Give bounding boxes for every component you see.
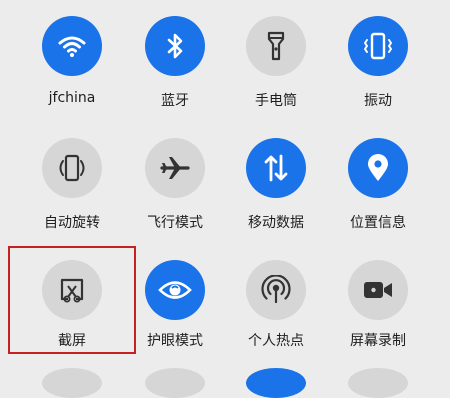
peek-tile[interactable] xyxy=(42,368,102,398)
screen-record-toggle[interactable] xyxy=(348,260,408,320)
wifi-toggle[interactable] xyxy=(42,16,102,76)
tile-label: 位置信息 xyxy=(350,215,406,231)
auto-rotate-toggle[interactable] xyxy=(42,138,102,198)
mobile-data-icon xyxy=(264,154,288,182)
peek-tile[interactable] xyxy=(348,368,408,398)
hotspot-toggle[interactable] xyxy=(246,260,306,320)
eye-comfort-toggle[interactable] xyxy=(145,260,205,320)
flashlight-toggle[interactable] xyxy=(246,16,306,76)
tile-bluetooth[interactable]: 蓝牙 xyxy=(125,8,225,128)
tile-airplane[interactable]: 飞行模式 xyxy=(125,130,225,250)
airplane-icon xyxy=(160,157,190,179)
tile-flashlight[interactable]: 手电筒 xyxy=(226,8,326,128)
hotspot-icon xyxy=(261,275,291,304)
tile-label: 振动 xyxy=(364,93,392,109)
peek-tile[interactable] xyxy=(246,368,306,398)
tile-label: 移动数据 xyxy=(248,215,304,231)
tile-screen-record[interactable]: 屏幕录制 xyxy=(328,252,428,372)
vibrate-toggle[interactable] xyxy=(348,16,408,76)
tile-location[interactable]: 位置信息 xyxy=(328,130,428,250)
bluetooth-icon xyxy=(167,33,183,59)
tile-label: 护眼模式 xyxy=(147,333,203,349)
flashlight-icon xyxy=(267,31,285,61)
tile-eye-comfort[interactable]: 护眼模式 xyxy=(125,252,225,372)
wifi-icon xyxy=(58,36,86,57)
location-toggle[interactable] xyxy=(348,138,408,198)
tile-auto-rotate[interactable]: 自动旋转 xyxy=(22,130,122,250)
auto-rotate-icon xyxy=(59,154,85,182)
tile-vibrate[interactable]: 振动 xyxy=(328,8,428,128)
tile-mobile-data[interactable]: 移动数据 xyxy=(226,130,326,250)
bluetooth-toggle[interactable] xyxy=(145,16,205,76)
airplane-toggle[interactable] xyxy=(145,138,205,198)
peek-tile[interactable] xyxy=(145,368,205,398)
highlight-box xyxy=(8,246,136,354)
tile-label: 屏幕录制 xyxy=(350,333,406,349)
screen-record-icon xyxy=(364,282,392,298)
tile-hotspot[interactable]: 个人热点 xyxy=(226,252,326,372)
tile-label: 蓝牙 xyxy=(161,93,189,109)
tile-label: 个人热点 xyxy=(248,333,304,349)
tile-label: 手电筒 xyxy=(255,93,297,109)
vibrate-icon xyxy=(364,32,392,60)
tile-label: jfchina xyxy=(48,90,96,106)
eye-comfort-icon xyxy=(158,281,192,299)
tile-label: 飞行模式 xyxy=(147,215,203,231)
tile-wifi[interactable]: jfchina xyxy=(22,8,122,128)
tile-label: 自动旋转 xyxy=(44,215,100,231)
mobile-data-toggle[interactable] xyxy=(246,138,306,198)
location-icon xyxy=(368,154,388,181)
